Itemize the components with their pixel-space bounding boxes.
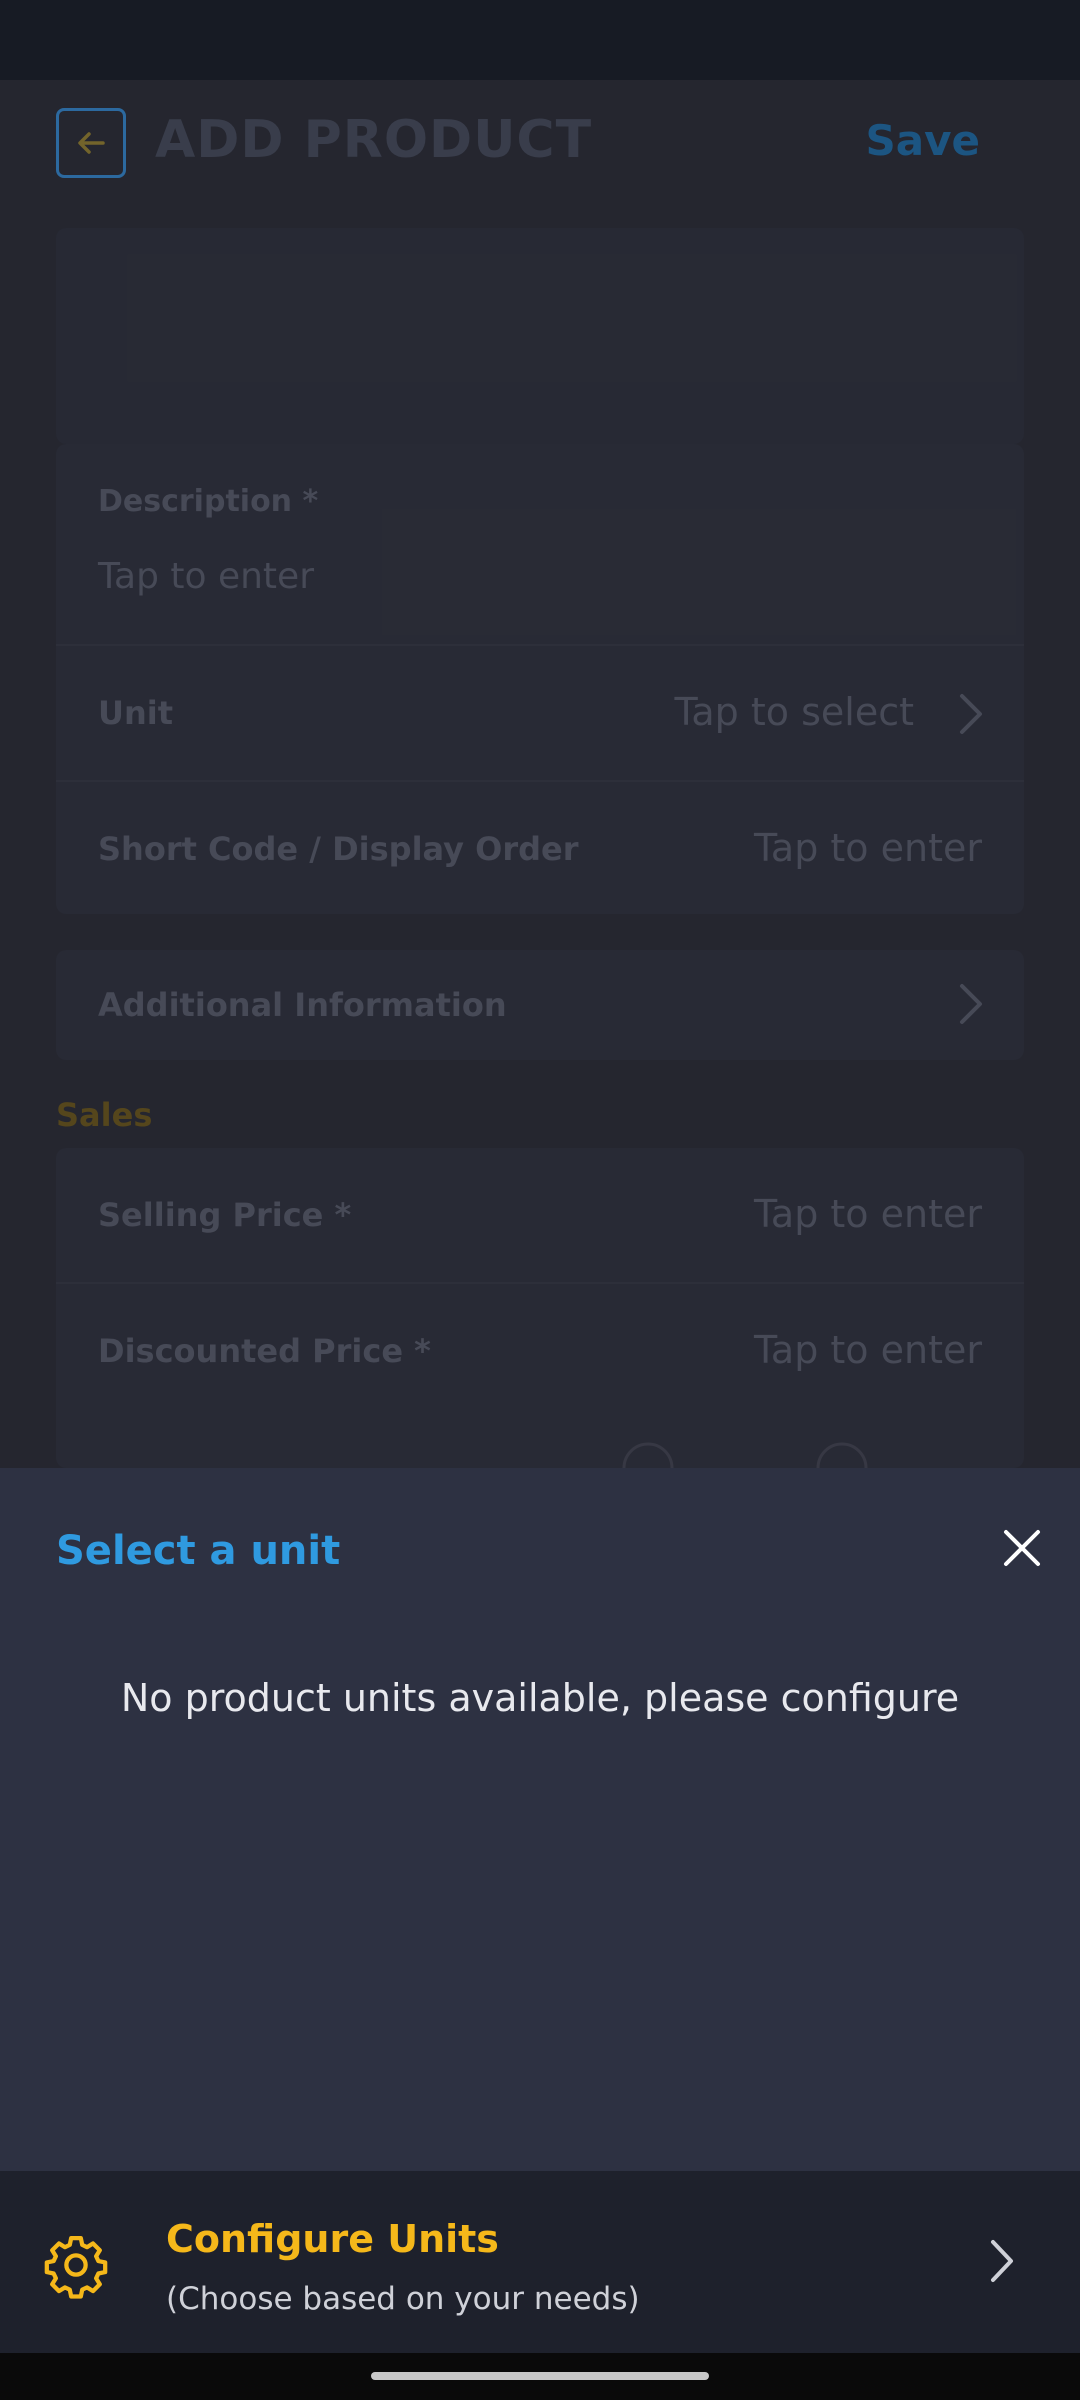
close-icon (1004, 1530, 1040, 1566)
empty-state-message: No product units available, please confi… (120, 1676, 960, 1720)
sheet-title: Select a unit (56, 1528, 341, 1574)
configure-units-button[interactable]: Configure Units (Choose based on your ne… (0, 2171, 1080, 2353)
status-bar (0, 0, 1080, 80)
select-unit-sheet: Select a unit No product units available… (0, 1468, 1080, 2171)
system-nav-bar (0, 2353, 1080, 2400)
home-gesture-handle[interactable] (371, 2372, 709, 2380)
configure-units-title: Configure Units (166, 2217, 499, 2261)
modal-backdrop[interactable] (0, 80, 1080, 1470)
close-button[interactable] (994, 1520, 1050, 1576)
gear-icon (44, 2235, 108, 2299)
chevron-right-icon (991, 2240, 1013, 2282)
configure-units-subtitle: (Choose based on your needs) (166, 2281, 640, 2317)
